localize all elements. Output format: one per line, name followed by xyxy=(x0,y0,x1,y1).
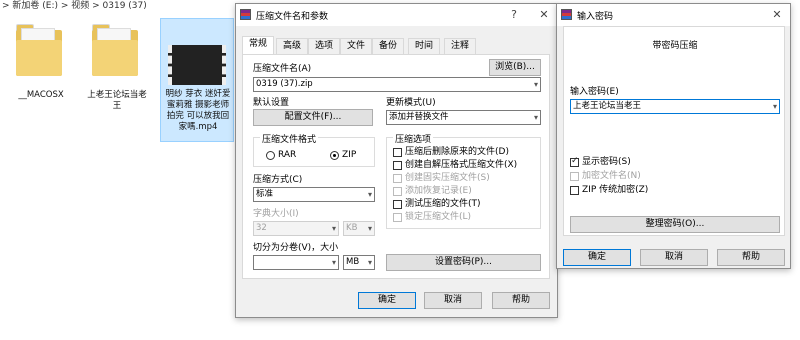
chevron-down-icon: ▾ xyxy=(367,224,372,233)
file-name: __MACOSX xyxy=(18,90,64,100)
update-mode-select[interactable]: 添加并替换文件 ▾ xyxy=(386,110,541,125)
tab-general[interactable]: 常规 xyxy=(242,36,275,55)
password-help-button[interactable]: 帮助 xyxy=(717,249,785,266)
encrypt-names-label: 加密文件名(N) xyxy=(582,171,641,181)
chevron-down-icon[interactable]: ▾ xyxy=(368,188,372,201)
help-button[interactable]: 帮助 xyxy=(492,292,550,309)
close-icon[interactable]: ✕ xyxy=(532,6,556,24)
chevron-down-icon[interactable]: ▾ xyxy=(773,100,777,113)
dictionary-unit-select[interactable]: KB ▾ xyxy=(343,221,375,236)
show-password-label: 显示密码(S) xyxy=(582,157,631,167)
option-recovery-checkbox[interactable] xyxy=(393,187,402,196)
browse-button[interactable]: 浏览(B)... xyxy=(489,59,541,76)
ok-button[interactable]: 确定 xyxy=(358,292,416,309)
close-icon[interactable]: ✕ xyxy=(765,6,789,24)
option-test-label: 测试压缩的文件(T) xyxy=(405,199,481,209)
method-label: 压缩方式(C) xyxy=(253,175,303,185)
options-group-title: 压缩选项 xyxy=(393,132,434,145)
file-item-video[interactable]: 明纱 芽衣 迷奸爱蜜莉雅 摄影老师拍完 可以放我回家嗎.mp4 xyxy=(160,18,234,142)
archive-name-input[interactable]: 0319 (37).zip ▾ xyxy=(253,77,541,92)
general-panel: 压缩文件名(A) 浏览(B)... 0319 (37).zip ▾ 默认设置 配置… xyxy=(242,54,550,279)
option-lock-label: 锁定压缩文件(L) xyxy=(405,212,472,222)
encrypt-names-checkbox[interactable] xyxy=(570,172,579,181)
archive-dialog: 压缩文件名和参数 ? ✕ 常规 高级 选项 文件 备份 时间 注释 压缩文件名(… xyxy=(235,3,558,318)
chevron-down-icon[interactable]: ▾ xyxy=(332,256,336,269)
folder-icon xyxy=(92,24,138,76)
archive-dialog-title: 压缩文件名和参数 xyxy=(256,12,329,22)
chevron-down-icon[interactable]: ▾ xyxy=(368,256,372,269)
format-group: 压缩文件格式 RAR ZIP xyxy=(253,132,375,167)
format-rar-label: RAR xyxy=(278,150,297,160)
dictionary-label: 字典大小(I) xyxy=(253,209,299,219)
password-panel: 带密码压缩 输入密码(E) 上老王论坛当老王▾ 显示密码(S) 加密文件名(N)… xyxy=(563,26,785,236)
default-settings-label: 默认设置 xyxy=(253,98,290,108)
chevron-down-icon[interactable]: ▾ xyxy=(534,111,538,124)
option-solid-checkbox[interactable] xyxy=(393,174,402,183)
password-input[interactable]: 上老王论坛当老王 ▾ xyxy=(570,99,780,114)
organize-passwords-button[interactable]: 整理密码(O)... xyxy=(570,216,780,233)
tab-time[interactable]: 时间 xyxy=(408,38,441,54)
profiles-button[interactable]: 配置文件(F)... xyxy=(253,109,373,126)
video-thumbnail-icon xyxy=(168,45,226,85)
folder-icon xyxy=(16,24,62,76)
help-icon[interactable]: ? xyxy=(502,6,526,24)
format-zip-label: ZIP xyxy=(342,150,357,160)
tab-advanced[interactable]: 高级 xyxy=(276,38,309,54)
split-unit-select[interactable]: MB ▾ xyxy=(343,255,375,270)
option-sfx-checkbox[interactable] xyxy=(393,161,402,170)
tab-files[interactable]: 文件 xyxy=(340,38,373,54)
option-lock-checkbox[interactable] xyxy=(393,213,402,222)
file-item-folder[interactable]: 上老王论坛当老王 xyxy=(82,22,152,111)
cancel-button[interactable]: 取消 xyxy=(424,292,482,309)
tab-comment[interactable]: 注释 xyxy=(444,38,477,54)
winrar-icon xyxy=(240,9,251,20)
split-size-input[interactable]: ▾ xyxy=(253,255,339,270)
breadcrumb[interactable]: > 新加卷 (E:) > 视频 > 0319 (37) xyxy=(0,0,240,14)
zip-legacy-label: ZIP 传统加密(Z) xyxy=(582,185,649,195)
file-name: 明纱 芽衣 迷奸爱蜜莉雅 摄影老师拍完 可以放我回家嗎.mp4 xyxy=(165,89,231,132)
format-group-title: 压缩文件格式 xyxy=(260,132,319,145)
split-label: 切分为分卷(V)，大小 xyxy=(253,243,339,253)
chevron-down-icon[interactable]: ▾ xyxy=(534,78,538,91)
option-recovery-label: 添加恢复记录(E) xyxy=(405,186,472,196)
zip-legacy-checkbox[interactable] xyxy=(570,186,579,195)
password-heading: 带密码压缩 xyxy=(652,41,698,51)
file-name: 上老王论坛当老王 xyxy=(87,90,147,111)
password-titlebar: 输入密码 ✕ xyxy=(557,4,790,26)
dictionary-select[interactable]: 32 ▾ xyxy=(253,221,339,236)
chevron-down-icon: ▾ xyxy=(331,224,336,233)
option-solid-label: 创建固实压缩文件(S) xyxy=(405,173,490,183)
winrar-icon xyxy=(561,9,572,20)
password-cancel-button[interactable]: 取消 xyxy=(640,249,708,266)
file-item-macosx[interactable]: __MACOSX xyxy=(6,22,76,102)
method-select[interactable]: 标准 ▾ xyxy=(253,187,375,202)
update-mode-label: 更新模式(U) xyxy=(386,98,436,108)
option-sfx-label: 创建自解压格式压缩文件(X) xyxy=(405,160,518,170)
password-ok-button[interactable]: 确定 xyxy=(563,249,631,266)
option-test-checkbox[interactable] xyxy=(393,200,402,209)
password-label: 输入密码(E) xyxy=(570,87,619,97)
tab-options[interactable]: 选项 xyxy=(308,38,341,54)
options-group: 压缩选项 压缩后删除原来的文件(D) 创建自解压格式压缩文件(X) 创建固实压缩… xyxy=(386,132,541,229)
tab-backup[interactable]: 备份 xyxy=(372,38,405,54)
option-delete-label: 压缩后删除原来的文件(D) xyxy=(405,147,509,157)
option-delete-checkbox[interactable] xyxy=(393,148,402,157)
format-rar-radio[interactable] xyxy=(266,151,275,160)
show-password-checkbox[interactable] xyxy=(570,156,579,167)
archive-name-label: 压缩文件名(A) xyxy=(253,64,312,74)
password-dialog-title: 输入密码 xyxy=(577,12,614,22)
password-dialog: 输入密码 ✕ 带密码压缩 输入密码(E) 上老王论坛当老王▾ 显示密码(S) 加… xyxy=(556,3,791,269)
set-password-button[interactable]: 设置密码(P)... xyxy=(386,254,541,271)
format-zip-radio[interactable] xyxy=(330,151,339,160)
archive-titlebar: 压缩文件名和参数 ? ✕ xyxy=(236,4,557,26)
